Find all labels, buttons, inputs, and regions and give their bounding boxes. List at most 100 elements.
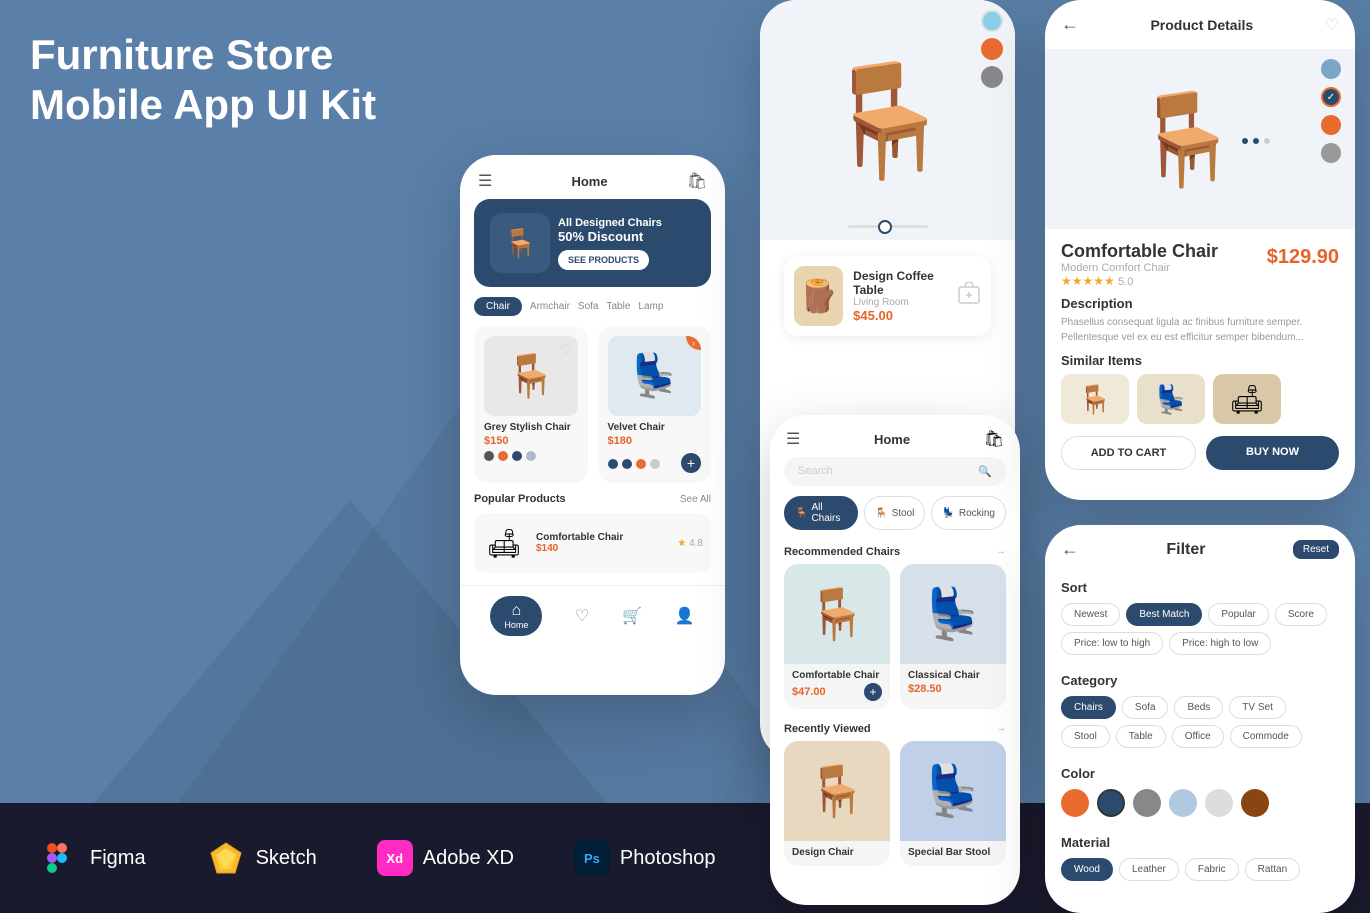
cat-office[interactable]: Office: [1172, 725, 1224, 748]
filter-all-chairs[interactable]: 🪑 All Chairs: [784, 496, 858, 530]
category-sofa[interactable]: Sofa: [578, 301, 599, 312]
back-icon[interactable]: ←: [1061, 14, 1079, 35]
add-to-cart-icon[interactable]: [957, 282, 981, 311]
figma-icon: [40, 838, 80, 878]
phone3-header: ☰ Home 🛍: [770, 415, 1020, 457]
cat-beds[interactable]: Beds: [1174, 696, 1223, 719]
promo-banner[interactable]: 🪑 All Designed Chairs 50% Discount SEE P…: [474, 199, 711, 287]
buy-now-button[interactable]: BUY NOW: [1206, 436, 1339, 470]
mat-wood[interactable]: Wood: [1061, 858, 1113, 881]
add-to-cart-button[interactable]: +: [681, 453, 701, 473]
cat-sofa[interactable]: Sofa: [1122, 696, 1169, 719]
sort-price-low[interactable]: Price: low to high: [1061, 632, 1163, 655]
filter-back-icon[interactable]: ←: [1061, 539, 1079, 560]
filter-stool[interactable]: 🪑 Stool: [864, 496, 925, 530]
see-all-link[interactable]: See All: [680, 494, 711, 505]
recent-card-2[interactable]: 💺 Special Bar Stool: [900, 741, 1006, 866]
detail-color-sidebar: ✓: [1321, 59, 1341, 163]
popular-item-1[interactable]: 🛋 Comfortable Chair $140 ★ 4.8: [474, 513, 711, 573]
add-btn-1[interactable]: +: [864, 683, 882, 701]
recently-arrow[interactable]: →: [996, 723, 1006, 735]
wishlist-icon[interactable]: ♡: [1325, 15, 1339, 35]
hamburger-icon[interactable]: ☰: [478, 171, 492, 191]
recommended-card-2[interactable]: 💺 Classical Chair $28.50: [900, 564, 1006, 709]
rec-price-2: $28.50: [908, 683, 942, 695]
sort-score[interactable]: Score: [1275, 603, 1327, 626]
heart-icon[interactable]: ♡: [560, 341, 573, 358]
category-armchair[interactable]: Armchair: [530, 301, 570, 312]
similar-item-1[interactable]: 🪑: [1061, 374, 1129, 424]
search-bar-3[interactable]: Search 🔍: [784, 457, 1006, 486]
bag-icon[interactable]: 🛍: [687, 171, 707, 191]
slider-track: [848, 225, 928, 228]
detail-color-orange[interactable]: [1321, 115, 1341, 135]
product-card-2[interactable]: 💺 › Velvet Chair $180 +: [598, 326, 712, 483]
mat-leather[interactable]: Leather: [1119, 858, 1179, 881]
detail-color-grey[interactable]: [1321, 143, 1341, 163]
similar-item-3[interactable]: 🛋: [1213, 374, 1281, 424]
mat-fabric[interactable]: Fabric: [1185, 858, 1239, 881]
bag-icon-3[interactable]: 🛍: [984, 429, 1004, 449]
popular-item-name: Comfortable Chair: [536, 532, 667, 543]
color-dark[interactable]: [484, 451, 494, 461]
cat-table[interactable]: Table: [1116, 725, 1166, 748]
filter-color-orange[interactable]: [1061, 789, 1089, 817]
dot-3: [1264, 138, 1270, 144]
nav-wishlist[interactable]: ♡: [575, 606, 589, 626]
sort-price-high[interactable]: Price: high to low: [1169, 632, 1271, 655]
sort-newest[interactable]: Newest: [1061, 603, 1120, 626]
sort-best-match[interactable]: Best Match: [1126, 603, 1202, 626]
filter-color-lightblue[interactable]: [1169, 789, 1197, 817]
reset-button[interactable]: Reset: [1293, 540, 1339, 559]
product-names: Comfortable Chair Modern Comfort Chair: [1061, 241, 1218, 274]
recent-card-1[interactable]: 🪑 Design Chair: [784, 741, 890, 866]
color-orange[interactable]: [498, 451, 508, 461]
banner-text: All Designed Chairs 50% Discount SEE PRO…: [558, 217, 695, 270]
color-grey2[interactable]: [650, 459, 660, 469]
color-orange[interactable]: [981, 38, 1003, 60]
category-table[interactable]: Table: [607, 301, 631, 312]
cat-commode[interactable]: Commode: [1230, 725, 1302, 748]
filter-rocking[interactable]: 💺 Rocking: [931, 496, 1006, 530]
product-card-1[interactable]: 🪑 ♡ Grey Stylish Chair $150: [474, 326, 588, 483]
color-light[interactable]: [526, 451, 536, 461]
figma-tool: Figma: [40, 838, 146, 878]
similar-item-2[interactable]: 💺: [1137, 374, 1205, 424]
color-blue[interactable]: [512, 451, 522, 461]
filter-color-grey[interactable]: [1133, 789, 1161, 817]
color-navy[interactable]: [608, 459, 618, 469]
color-navy2[interactable]: [622, 459, 632, 469]
phone-filter-panel: ← Filter Reset Sort Newest Best Match Po…: [1045, 525, 1355, 913]
color-options-filter: [1061, 789, 1339, 817]
filter-color-navy[interactable]: [1097, 789, 1125, 817]
product-image-slider[interactable]: [848, 225, 928, 228]
slider-thumb[interactable]: [878, 220, 892, 234]
detail-color-blue[interactable]: [1321, 59, 1341, 79]
mat-rattan[interactable]: Rattan: [1245, 858, 1300, 881]
see-products-button[interactable]: SEE PRODUCTS: [558, 250, 649, 270]
filter-color-brown[interactable]: [1241, 789, 1269, 817]
nav-cart[interactable]: 🛒: [622, 606, 642, 626]
filter-color-white[interactable]: [1205, 789, 1233, 817]
category-chair[interactable]: Chair: [474, 297, 522, 316]
cat-tvset[interactable]: TV Set: [1229, 696, 1286, 719]
color-orange2[interactable]: [636, 459, 646, 469]
color-teal[interactable]: [981, 10, 1003, 32]
cat-stool[interactable]: Stool: [1061, 725, 1110, 748]
category-lamp[interactable]: Lamp: [638, 301, 663, 312]
sort-section: Sort Newest Best Match Popular Score Pri…: [1045, 574, 1355, 661]
sketch-label: Sketch: [256, 847, 317, 870]
nav-profile[interactable]: 👤: [675, 606, 695, 626]
hamburger-icon-3[interactable]: ☰: [786, 429, 800, 449]
recommended-card-1[interactable]: 🪑 Comfortable Chair $47.00 +: [784, 564, 890, 709]
detail-color-navy-selected[interactable]: ✓: [1321, 87, 1341, 107]
recommended-arrow[interactable]: →: [996, 546, 1006, 558]
star-icon: ★: [677, 538, 686, 549]
nav-home[interactable]: ⌂ Home: [490, 596, 542, 636]
detail-product-name: Comfortable Chair: [1061, 241, 1218, 262]
sort-popular[interactable]: Popular: [1208, 603, 1268, 626]
add-to-cart-button[interactable]: ADD TO CART: [1061, 436, 1196, 470]
coffee-table-card[interactable]: 🪵 Design Coffee Table Living Room $45.00: [784, 256, 991, 336]
cat-chairs[interactable]: Chairs: [1061, 696, 1116, 719]
color-grey[interactable]: [981, 66, 1003, 88]
